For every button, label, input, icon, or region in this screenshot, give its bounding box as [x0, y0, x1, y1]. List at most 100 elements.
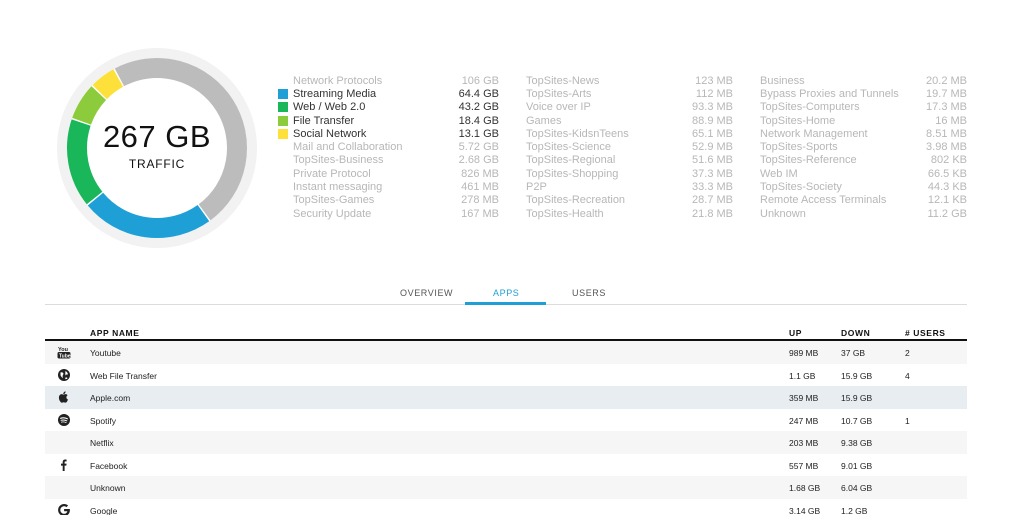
legend-item[interactable]: File Transfer 18.4 GB [278, 114, 499, 127]
legend-item[interactable]: Voice over IP 93.3 MB [526, 101, 733, 114]
legend-item-name: P2P [526, 181, 547, 194]
legend-item-name: Social Network [293, 127, 367, 140]
down-cell: 15.9 GB [841, 370, 873, 381]
legend-item-value: 44.3 KB [927, 181, 967, 194]
total-traffic-value: 267 GB [102, 119, 212, 154]
tab-users[interactable]: USERS [572, 288, 606, 298]
legend-item-name: Business [760, 74, 805, 87]
legend-item[interactable]: P2P 33.3 MB [526, 180, 733, 193]
app-name-cell: Google [90, 505, 118, 515]
up-cell: 989 MB [789, 348, 819, 358]
legend-item-value: 123 MB [695, 74, 733, 87]
legend-item-name: Private Protocol [293, 167, 371, 180]
legend-item[interactable]: Games 88.9 MB [526, 114, 733, 127]
legend-item-value: 167 MB [461, 207, 499, 220]
legend-item[interactable]: TopSites-News 123 MB [526, 74, 733, 87]
down-cell: 15.9 GB [841, 393, 873, 403]
legend-item[interactable]: TopSites-Science 52.9 MB [526, 140, 733, 153]
table-row[interactable]: Apple.com 359 MB 15.9 GB [45, 386, 967, 409]
down-cell: 9.01 GB [841, 460, 873, 471]
apple-icon [57, 390, 71, 404]
legend-column-2: TopSites-News 123 MB TopSites-Arts 112 MB Vo… [526, 74, 733, 220]
legend-item-name: File Transfer [293, 114, 355, 127]
legend-item[interactable]: Web IM 66.5 KB [760, 167, 967, 180]
legend-item-name: TopSites-Health [526, 207, 604, 220]
legend-item-value: 112 MB [695, 87, 733, 100]
legend-item-name: TopSites-Arts [526, 87, 592, 100]
up-cell: 3.14 GB [789, 505, 821, 515]
legend-item-value: 461 MB [461, 181, 499, 194]
legend-item[interactable]: TopSites-Sports 3.98 MB [760, 140, 967, 153]
total-traffic-label: TRAFFIC [128, 157, 186, 171]
legend-item[interactable]: TopSites-Home 16 MB [760, 114, 967, 127]
table-row[interactable]: Web File Transfer 1.1 GB 15.9 GB 4 [45, 364, 967, 387]
legend-item[interactable]: Social Network 13.1 GB [278, 127, 499, 140]
down-cell: 37 GB [841, 348, 866, 358]
legend-item[interactable]: TopSites-Regional 51.6 MB [526, 154, 733, 167]
up-cell: 557 MB [789, 460, 819, 471]
legend-item[interactable]: TopSites-Games 278 MB [278, 194, 499, 207]
tab-apps[interactable]: APPS [493, 288, 519, 298]
table-row[interactable]: Spotify 247 MB 10.7 GB 1 [45, 409, 967, 432]
legend-item[interactable]: Private Protocol 826 MB [278, 167, 499, 180]
legend-item-name: Web / Web 2.0 [293, 101, 366, 114]
legend-item-value: 33.3 MB [692, 181, 733, 194]
legend-item[interactable]: TopSites-Reference 802 KB [760, 154, 967, 167]
legend-item[interactable]: Mail and Collaboration 5.72 GB [278, 140, 499, 153]
legend-item-name: Network Management [760, 127, 868, 140]
legend-item[interactable]: TopSites-Health 21.8 MB [526, 207, 733, 220]
legend-item[interactable]: TopSites-Shopping 37.3 MB [526, 167, 733, 180]
table-row[interactable]: You Tube Youtube 989 MB 37 GB 2 [45, 341, 967, 364]
legend-swatch [278, 128, 288, 139]
header-down[interactable]: DOWN [841, 328, 870, 338]
legend-item[interactable]: TopSites-KidsnTeens 65.1 MB [526, 127, 733, 140]
legend-item[interactable]: Bypass Proxies and Tunnels 19.7 MB [760, 87, 967, 100]
legend-item-value: 17.3 MB [926, 101, 967, 114]
up-cell: 1.68 GB [789, 483, 821, 493]
legend-item[interactable]: Unknown 11.2 GB [760, 207, 967, 220]
legend-item[interactable]: TopSites-Society 44.3 KB [760, 180, 967, 193]
legend-item-value: 8.51 MB [926, 127, 967, 140]
legend-column-1: Network Protocols 106 GB Streaming Media 64… [278, 74, 499, 220]
svg-text:Tube: Tube [59, 353, 71, 359]
legend-item-value: 278 MB [461, 194, 499, 207]
table-row[interactable]: Google 3.14 GB 1.2 GB [45, 499, 967, 515]
traffic-dashboard: 267 GB TRAFFIC Network Protocols 106 GB St… [0, 0, 1024, 515]
legend-item-name: TopSites-Science [526, 141, 611, 154]
legend-item[interactable]: Network Management 8.51 MB [760, 127, 967, 140]
legend-item[interactable]: Remote Access Terminals 12.1 KB [760, 194, 967, 207]
up-cell: 203 MB [789, 438, 819, 448]
legend-item-name: Unknown [760, 207, 806, 220]
down-cell: 1.2 GB [841, 505, 868, 515]
legend-item-name: TopSites-News [526, 74, 600, 87]
header-up[interactable]: UP [789, 328, 802, 338]
legend-item[interactable]: Security Update 167 MB [278, 207, 499, 220]
legend-item[interactable]: Network Protocols 106 GB [278, 74, 499, 87]
table-row[interactable]: Netflix 203 MB 9.38 GB [45, 431, 967, 454]
header-app-name[interactable]: APP NAME [90, 328, 140, 338]
legend-item-value: 802 KB [930, 154, 967, 167]
legend-item[interactable]: TopSites-Arts 112 MB [526, 87, 733, 100]
legend-item[interactable]: Business 20.2 MB [760, 74, 967, 87]
legend-item-value: 37.3 MB [692, 167, 733, 180]
legend-item[interactable]: Streaming Media 64.4 GB [278, 87, 499, 100]
legend-swatch [278, 102, 288, 113]
legend-item[interactable]: Instant messaging 461 MB [278, 180, 499, 193]
legend-item-value: 11.2 GB [927, 207, 967, 220]
table-row[interactable]: Unknown 1.68 GB 6.04 GB [45, 476, 967, 499]
legend-item[interactable]: TopSites-Recreation 28.7 MB [526, 194, 733, 207]
legend-item[interactable]: TopSites-Computers 17.3 MB [760, 101, 967, 114]
google-icon [57, 503, 71, 515]
legend-item-name: Voice over IP [526, 101, 591, 114]
legend-item-name: Bypass Proxies and Tunnels [760, 87, 899, 100]
tab-overview[interactable]: OVERVIEW [400, 288, 453, 298]
view-tabs: OVERVIEW APPS USERS [45, 283, 967, 305]
legend-item-name: TopSites-Games [293, 194, 375, 207]
legend-item[interactable]: TopSites-Business 2.68 GB [278, 154, 499, 167]
table-row[interactable]: Facebook 557 MB 9.01 GB [45, 454, 967, 477]
header-users[interactable]: # USERS [905, 328, 946, 338]
legend-item-value: 66.5 KB [927, 167, 967, 180]
legend-swatch [278, 115, 288, 126]
legend-item[interactable]: Web / Web 2.0 43.2 GB [278, 101, 499, 114]
legend-item-value: 64.4 GB [458, 87, 499, 100]
